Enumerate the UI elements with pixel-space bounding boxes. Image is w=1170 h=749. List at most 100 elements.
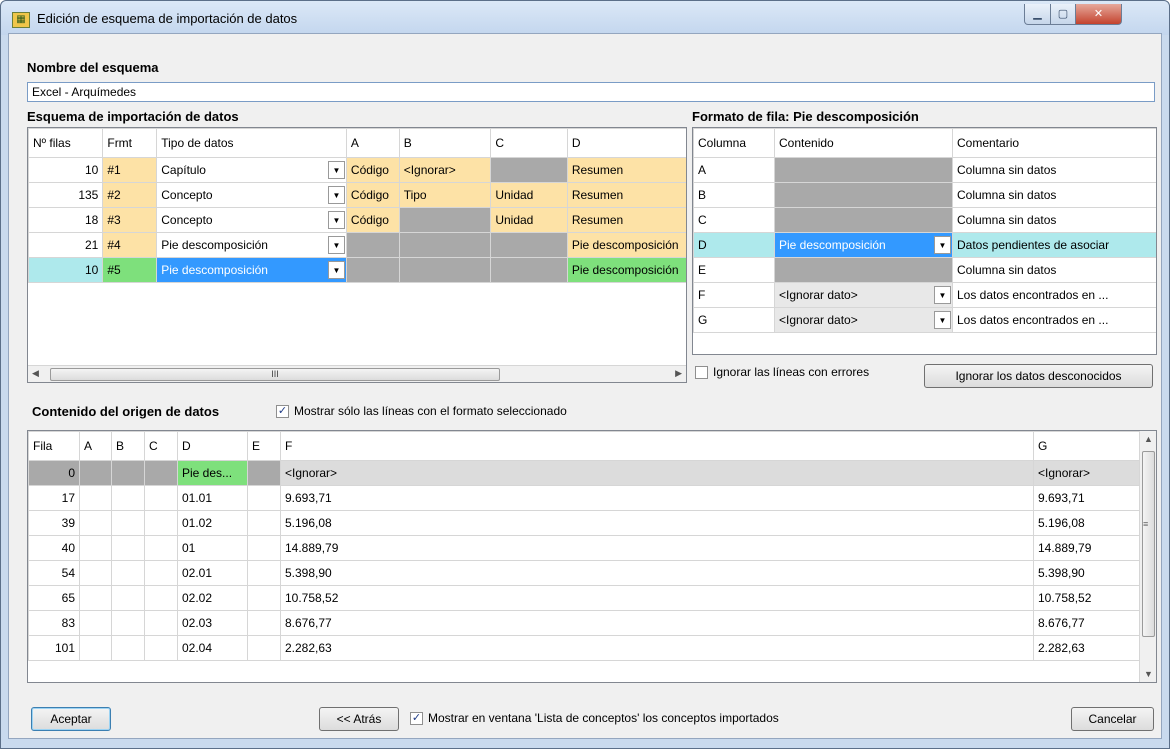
scroll-down-icon[interactable]: ▼ — [1144, 669, 1153, 679]
chevron-down-icon[interactable]: ▼ — [327, 186, 345, 204]
tipo-select[interactable]: Capítulo ▼ — [156, 157, 347, 183]
accept-button[interactable]: Aceptar — [31, 707, 111, 731]
cancel-button[interactable]: Cancelar — [1071, 707, 1154, 731]
table-row[interactable]: 17 01.01 9.693,71 9.693,71 — [28, 485, 1140, 511]
cell-c[interactable] — [144, 460, 178, 486]
col-header-d[interactable]: D — [566, 128, 686, 158]
col-header-b[interactable]: B — [111, 431, 145, 461]
table-row[interactable]: 10 #1 Capítulo ▼ Código <Ignorar> Resumen — [28, 157, 686, 183]
cell-d[interactable]: Resumen — [566, 207, 686, 233]
cell-b[interactable] — [111, 460, 145, 486]
back-button[interactable]: << Atrás — [319, 707, 399, 731]
scrollbar-thumb[interactable]: III — [50, 368, 500, 381]
table-row[interactable]: 40 01 14.889,79 14.889,79 — [28, 535, 1140, 561]
cell-a[interactable]: Código — [345, 182, 400, 208]
col-header-tipo[interactable]: Tipo de datos — [156, 128, 347, 158]
cell-c[interactable] — [490, 257, 568, 283]
chevron-down-icon[interactable]: ▼ — [327, 236, 345, 254]
col-header-contenido[interactable]: Contenido — [774, 128, 953, 158]
chevron-down-icon[interactable]: ▼ — [934, 311, 951, 329]
format-row[interactable]: 0 Pie des... <Ignorar> <Ignorar> — [28, 460, 1140, 486]
horizontal-scrollbar[interactable]: ◀ III ▶ — [28, 365, 686, 382]
col-header-nfilas[interactable]: Nº filas — [28, 128, 104, 158]
cell-d[interactable]: Pie descomposición — [566, 257, 686, 283]
ignore-unknown-button[interactable]: Ignorar los datos desconocidos — [924, 364, 1153, 388]
filter-checkbox[interactable]: ✓ — [276, 405, 289, 418]
col-header-a[interactable]: A — [79, 431, 112, 461]
col-header-d[interactable]: D — [177, 431, 248, 461]
cell-b[interactable]: <Ignorar> — [398, 157, 492, 183]
table-row[interactable]: 65 02.02 10.758,52 10.758,52 — [28, 585, 1140, 611]
schema-name-input[interactable]: Excel - Arquímedes — [27, 82, 1155, 102]
cell-b[interactable] — [398, 207, 492, 233]
tipo-select[interactable]: Pie descomposición ▼ — [156, 257, 347, 283]
cell-c[interactable] — [490, 232, 568, 258]
table-row[interactable]: C Columna sin datos — [693, 207, 1156, 233]
table-row[interactable]: 135 #2 Concepto ▼ Código Tipo Unidad Resu… — [28, 182, 686, 208]
contenido-select[interactable]: <Ignorar dato> ▼ — [774, 282, 953, 308]
minimize-button[interactable]: ▁ — [1024, 4, 1051, 25]
cell-a[interactable] — [345, 257, 400, 283]
cell-b[interactable]: Tipo — [398, 182, 492, 208]
col-header-b[interactable]: B — [398, 128, 492, 158]
table-row[interactable]: 54 02.01 5.398,90 5.398,90 — [28, 560, 1140, 586]
table-row[interactable]: A Columna sin datos — [693, 157, 1156, 183]
chevron-down-icon[interactable]: ▼ — [327, 211, 345, 229]
chevron-down-icon[interactable]: ▼ — [327, 261, 345, 279]
chevron-down-icon[interactable]: ▼ — [327, 161, 345, 179]
col-header-a[interactable]: A — [345, 128, 400, 158]
cell-c[interactable] — [490, 157, 568, 183]
col-header-comentario[interactable]: Comentario — [952, 128, 1156, 158]
scroll-left-icon[interactable]: ◀ — [32, 368, 39, 379]
cell-a[interactable]: Código — [345, 157, 400, 183]
cell-d[interactable]: Pie descomposición — [566, 232, 686, 258]
ignore-errors-checkbox[interactable] — [695, 366, 708, 379]
title-bar[interactable]: ▦ Edición de esquema de importación de d… — [1, 1, 1169, 35]
table-row[interactable]: 101 02.04 2.282,63 2.282,63 — [28, 635, 1140, 661]
cell-c[interactable]: Unidad — [490, 207, 568, 233]
cell-a[interactable] — [79, 460, 112, 486]
cell-contenido[interactable] — [774, 257, 953, 283]
table-row[interactable]: 83 02.03 8.676,77 8.676,77 — [28, 610, 1140, 636]
cell-d[interactable]: Pie des... — [177, 460, 248, 486]
col-header-c[interactable]: C — [490, 128, 568, 158]
cell-b[interactable] — [398, 232, 492, 258]
table-row[interactable]: F <Ignorar dato> ▼ Los datos encontrados … — [693, 282, 1156, 308]
table-row[interactable]: B Columna sin datos — [693, 182, 1156, 208]
close-button[interactable]: ✕ — [1075, 4, 1122, 25]
table-row[interactable]: G <Ignorar dato> ▼ Los datos encontrados … — [693, 307, 1156, 333]
table-row[interactable]: 39 01.02 5.196,08 5.196,08 — [28, 510, 1140, 536]
maximize-button[interactable]: ▢ — [1050, 4, 1076, 25]
cell-d[interactable]: Resumen — [566, 182, 686, 208]
col-header-frmt[interactable]: Frmt — [102, 128, 158, 158]
contenido-select[interactable]: Pie descomposición ▼ — [774, 232, 953, 258]
col-header-f[interactable]: F — [280, 431, 1034, 461]
cell-a[interactable]: Código — [345, 207, 400, 233]
table-row-selected[interactable]: D Pie descomposición ▼ Datos pendientes d… — [693, 232, 1156, 258]
cell-g[interactable]: <Ignorar> — [1033, 460, 1140, 486]
table-row[interactable]: 18 #3 Concepto ▼ Código Unidad Resumen — [28, 207, 686, 233]
chevron-down-icon[interactable]: ▼ — [934, 286, 951, 304]
chevron-down-icon[interactable]: ▼ — [934, 236, 951, 254]
cell-e[interactable] — [247, 460, 281, 486]
cell-contenido[interactable] — [774, 207, 953, 233]
col-header-c[interactable]: C — [144, 431, 178, 461]
vertical-scrollbar[interactable]: ▲ ≡ ▼ — [1139, 431, 1156, 682]
cell-a[interactable] — [345, 232, 400, 258]
cell-f[interactable]: <Ignorar> — [280, 460, 1034, 486]
cell-contenido[interactable] — [774, 157, 953, 183]
col-header-e[interactable]: E — [247, 431, 281, 461]
show-concepts-checkbox[interactable]: ✓ — [410, 712, 423, 725]
col-header-g[interactable]: G — [1033, 431, 1140, 461]
cell-d[interactable]: Resumen — [566, 157, 686, 183]
tipo-select[interactable]: Concepto ▼ — [156, 182, 347, 208]
col-header-fila[interactable]: Fila — [28, 431, 80, 461]
cell-contenido[interactable] — [774, 182, 953, 208]
cell-b[interactable] — [398, 257, 492, 283]
cell-c[interactable]: Unidad — [490, 182, 568, 208]
scroll-right-icon[interactable]: ▶ — [675, 368, 682, 379]
col-header-columna[interactable]: Columna — [693, 128, 775, 158]
contenido-select[interactable]: <Ignorar dato> ▼ — [774, 307, 953, 333]
scrollbar-thumb[interactable] — [1142, 451, 1155, 637]
tipo-select[interactable]: Pie descomposición ▼ — [156, 232, 347, 258]
